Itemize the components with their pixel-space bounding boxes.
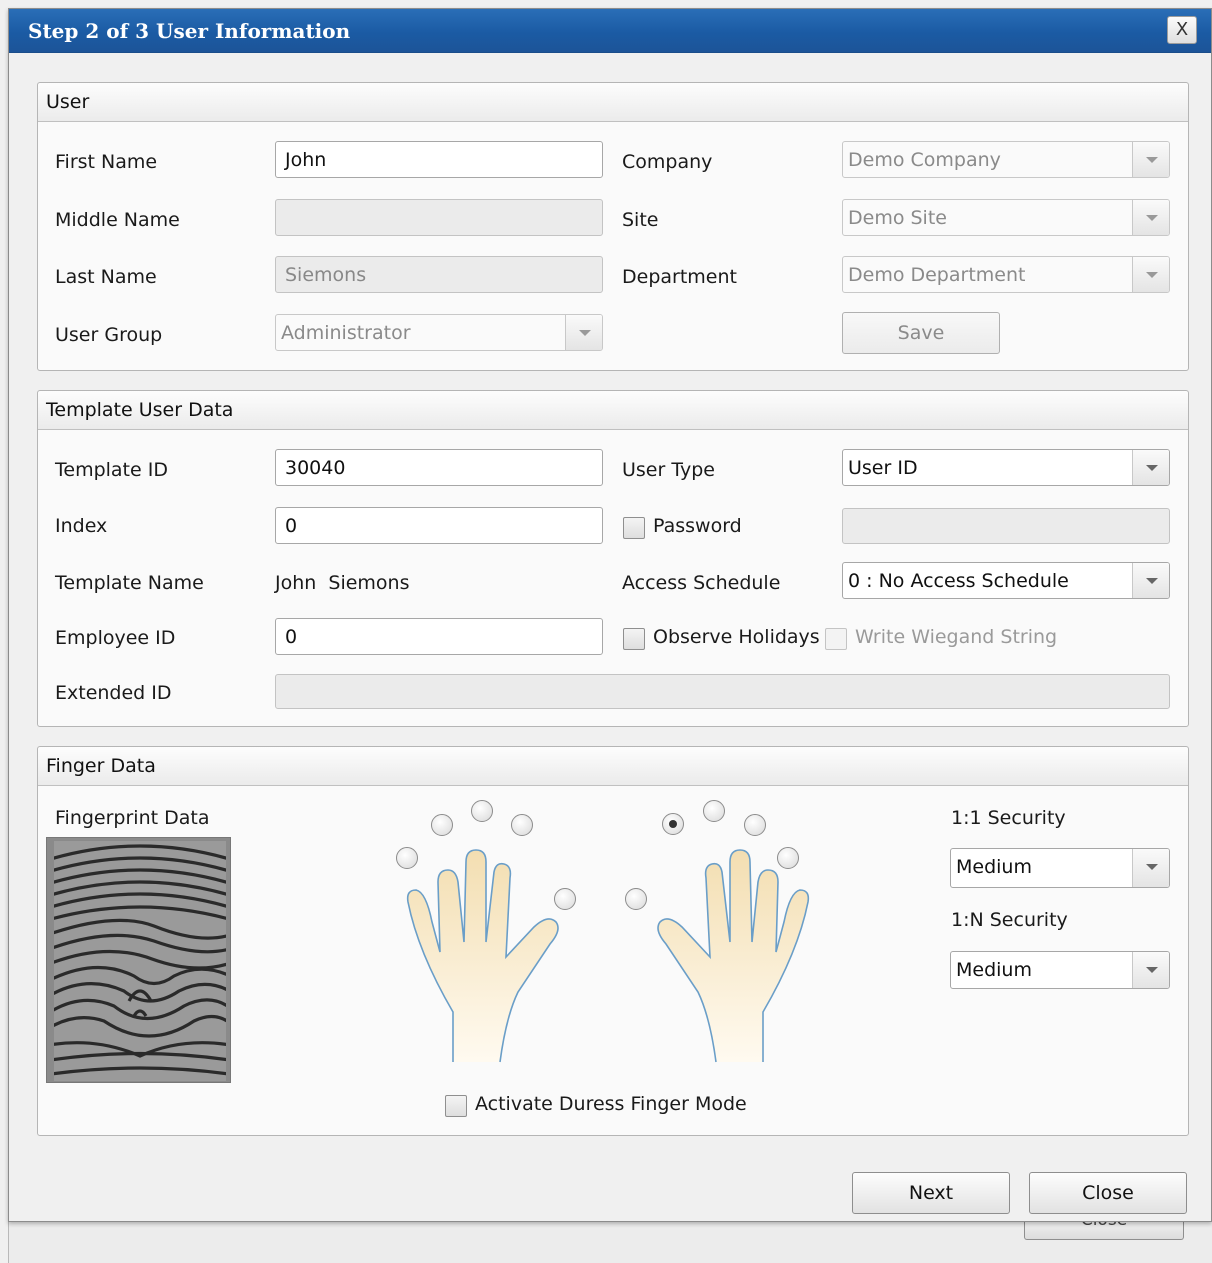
duress-mode-checkbox[interactable] (445, 1095, 467, 1117)
security-1-n-value: Medium (956, 959, 1032, 981)
finger-data-group: Finger Data Fingerprint Data Activate Du… (37, 746, 1189, 1136)
employee-id-label: Employee ID (55, 627, 176, 649)
chevron-down-icon (1132, 450, 1169, 485)
template-name-label: Template Name (55, 572, 204, 594)
left-thumb-radio[interactable] (554, 888, 576, 910)
duress-mode-label: Activate Duress Finger Mode (475, 1093, 747, 1115)
left-ring-radio[interactable] (431, 814, 453, 836)
access-schedule-label: Access Schedule (622, 572, 781, 594)
fingerprint-data-label: Fingerprint Data (55, 807, 210, 829)
company-dropdown[interactable]: Demo Company (842, 141, 1170, 178)
hands-diagram (406, 849, 810, 1063)
company-label: Company (622, 151, 713, 173)
security-1-1-value: Medium (956, 856, 1032, 878)
write-wiegand-label: Write Wiegand String (855, 626, 1058, 648)
last-name-label: Last Name (55, 266, 157, 288)
password-label: Password (653, 515, 742, 537)
write-wiegand-checkbox[interactable] (825, 628, 847, 650)
extended-id-field[interactable] (275, 674, 1170, 709)
security-1-1-dropdown[interactable]: Medium (950, 848, 1170, 888)
company-value: Demo Company (848, 149, 1001, 171)
user-information-dialog: Step 2 of 3 User Information X User Firs… (8, 8, 1212, 1222)
department-dropdown[interactable]: Demo Department (842, 256, 1170, 293)
chevron-down-icon (565, 315, 602, 350)
security-1-n-label: 1:N Security (951, 909, 1068, 931)
user-type-dropdown[interactable]: User ID (842, 449, 1170, 486)
site-dropdown[interactable]: Demo Site (842, 199, 1170, 236)
observe-holidays-checkbox[interactable] (623, 628, 645, 650)
close-icon[interactable]: X (1167, 16, 1197, 44)
security-1-n-dropdown[interactable]: Medium (950, 951, 1170, 989)
user-type-label: User Type (622, 459, 715, 481)
password-field[interactable] (842, 508, 1170, 544)
middle-name-label: Middle Name (55, 209, 180, 231)
chevron-down-icon (1132, 952, 1169, 988)
fingerprint-image (46, 837, 231, 1083)
observe-holidays-label: Observe Holidays (653, 626, 820, 648)
template-name-value: John Siemons (275, 572, 410, 594)
user-group-header: User (38, 83, 1188, 122)
index-label: Index (55, 515, 108, 537)
user-type-value: User ID (848, 457, 918, 479)
template-group-header: Template User Data (38, 391, 1188, 430)
left-pinky-radio[interactable] (396, 847, 418, 869)
close-button[interactable]: Close (1029, 1172, 1187, 1214)
chevron-down-icon (1132, 257, 1169, 292)
first-name-label: First Name (55, 151, 158, 173)
employee-id-field[interactable]: 0 (275, 618, 603, 655)
left-hand-icon (406, 849, 559, 1063)
save-button[interactable]: Save (842, 312, 1000, 354)
title-bar: Step 2 of 3 User Information X (9, 9, 1211, 53)
security-1-1-label: 1:1 Security (951, 807, 1066, 829)
template-id-label: Template ID (55, 459, 168, 481)
right-thumb-radio[interactable] (625, 888, 647, 910)
middle-name-field[interactable] (275, 199, 603, 236)
site-value: Demo Site (848, 207, 947, 229)
user-group-label: User Group (55, 324, 163, 346)
right-index-radio[interactable] (662, 813, 684, 835)
left-index-radio[interactable] (511, 814, 533, 836)
password-checkbox[interactable] (623, 517, 645, 539)
chevron-down-icon (1132, 142, 1169, 177)
finger-group-header: Finger Data (38, 747, 1188, 786)
template-id-field[interactable]: 30040 (275, 449, 603, 486)
access-schedule-value: 0 : No Access Schedule (848, 570, 1069, 592)
fingerprint-pattern (54, 841, 226, 1081)
first-name-field[interactable]: John (275, 141, 603, 178)
user-group-value: Administrator (281, 322, 411, 344)
chevron-down-icon (1132, 849, 1169, 887)
chevron-down-icon (1132, 200, 1169, 235)
right-ring-radio[interactable] (744, 814, 766, 836)
left-middle-radio[interactable] (471, 800, 493, 822)
user-group: User First Name John Middle Name Last Na… (37, 82, 1189, 371)
dialog-title: Step 2 of 3 User Information (28, 19, 351, 43)
department-label: Department (622, 266, 737, 288)
right-pinky-radio[interactable] (777, 847, 799, 869)
chevron-down-icon (1132, 563, 1169, 598)
last-name-field[interactable]: Siemons (275, 256, 603, 293)
right-middle-radio[interactable] (703, 800, 725, 822)
site-label: Site (622, 209, 659, 231)
extended-id-label: Extended ID (55, 682, 172, 704)
template-user-data-group: Template User Data Template ID 30040 Ind… (37, 390, 1189, 727)
right-hand-icon (657, 849, 810, 1063)
next-button[interactable]: Next (852, 1172, 1010, 1214)
access-schedule-dropdown[interactable]: 0 : No Access Schedule (842, 562, 1170, 599)
index-field[interactable]: 0 (275, 507, 603, 544)
user-group-dropdown[interactable]: Administrator (275, 314, 603, 351)
department-value: Demo Department (848, 264, 1026, 286)
